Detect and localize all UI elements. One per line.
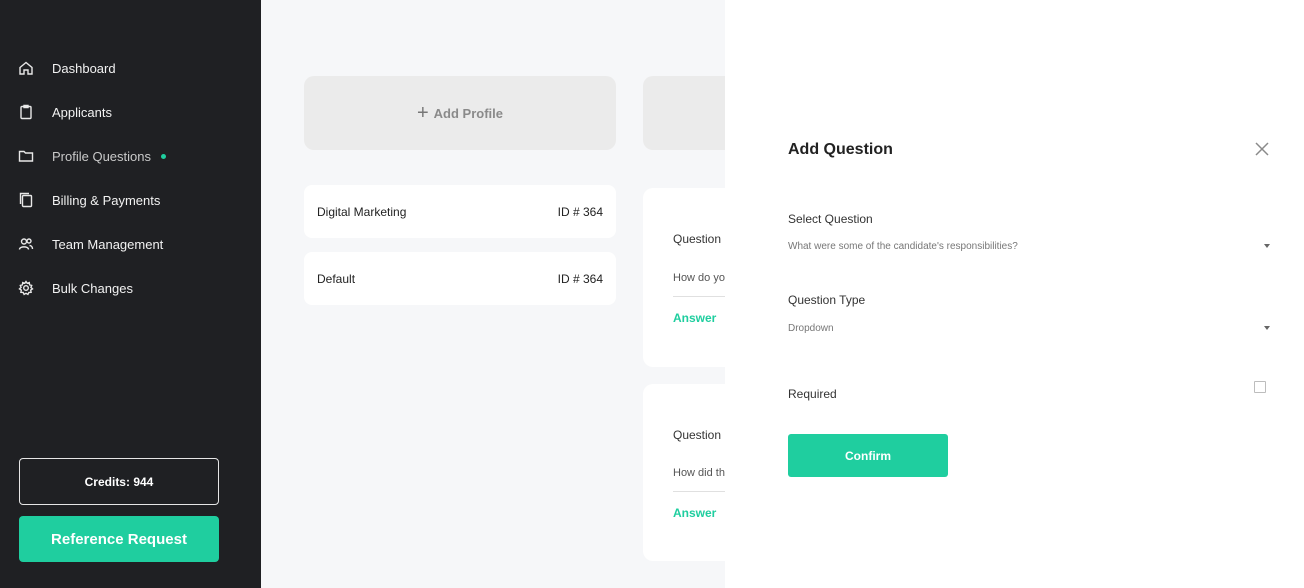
active-indicator-dot [161,153,166,159]
caret-down-icon [1264,326,1270,330]
required-checkbox[interactable] [1254,381,1266,393]
sidebar-item-label: Team Management [52,236,164,252]
confirm-button[interactable]: Confirm [788,434,948,477]
sidebar-item-team-management[interactable]: Team Management [0,222,261,266]
question-type-value: Dropdown [788,322,834,334]
sidebar-item-dashboard[interactable]: Dashboard [0,46,261,90]
select-question-value: What were some of the candidate's respon… [788,240,1018,252]
question-title: Question [673,232,722,246]
caret-down-icon [1264,244,1270,248]
select-question-label: Select Question [788,212,873,226]
question-text: How did th [673,467,725,479]
profile-name: Digital Marketing [317,204,407,219]
sidebar-item-billing[interactable]: Billing & Payments [0,178,261,222]
sidebar: Dashboard Applicants Profile Questions B… [0,0,261,588]
sidebar-item-applicants[interactable]: Applicants [0,90,261,134]
credits-button[interactable]: Credits: 944 [19,458,219,505]
sidebar-item-label: Billing & Payments [52,192,161,208]
plus-icon: + [416,102,429,124]
required-label: Required [788,387,837,401]
sidebar-item-label: Dashboard [52,60,116,76]
home-icon [17,59,35,77]
gear-icon [17,279,35,297]
copy-icon [17,191,35,209]
profile-card[interactable]: Digital Marketing ID # 364 [304,185,616,238]
sidebar-item-label: Profile Questions [52,148,151,164]
profile-id: ID # 364 [557,271,603,286]
question-title: Question [673,428,722,442]
answer-link[interactable]: Answer [673,506,716,520]
add-profile-label: Add Profile [433,105,504,121]
reference-request-button[interactable]: Reference Request [19,516,219,562]
folder-icon [17,147,35,165]
question-type-label: Question Type [788,293,866,307]
sidebar-item-label: Applicants [52,104,112,120]
add-question-drawer: Add Question Select Question What were s… [725,0,1304,588]
sidebar-item-bulk-changes[interactable]: Bulk Changes [0,266,261,310]
close-icon[interactable] [1253,140,1271,158]
sidebar-nav: Dashboard Applicants Profile Questions B… [0,46,261,310]
users-icon [17,235,35,253]
select-question-dropdown[interactable]: What were some of the candidate's respon… [788,236,1271,256]
sidebar-item-profile-questions[interactable]: Profile Questions [0,134,261,178]
sidebar-item-label: Bulk Changes [52,280,133,296]
profile-id: ID # 364 [557,204,603,219]
drawer-title: Add Question [788,141,893,158]
question-type-dropdown[interactable]: Dropdown [788,318,1271,338]
add-profile-button[interactable]: + Add Profile [304,76,616,150]
profile-name: Default [317,271,356,286]
question-text: How do yo [673,272,725,284]
clipboard-icon [17,103,35,121]
answer-link[interactable]: Answer [673,311,716,325]
profile-card[interactable]: Default ID # 364 [304,252,616,305]
